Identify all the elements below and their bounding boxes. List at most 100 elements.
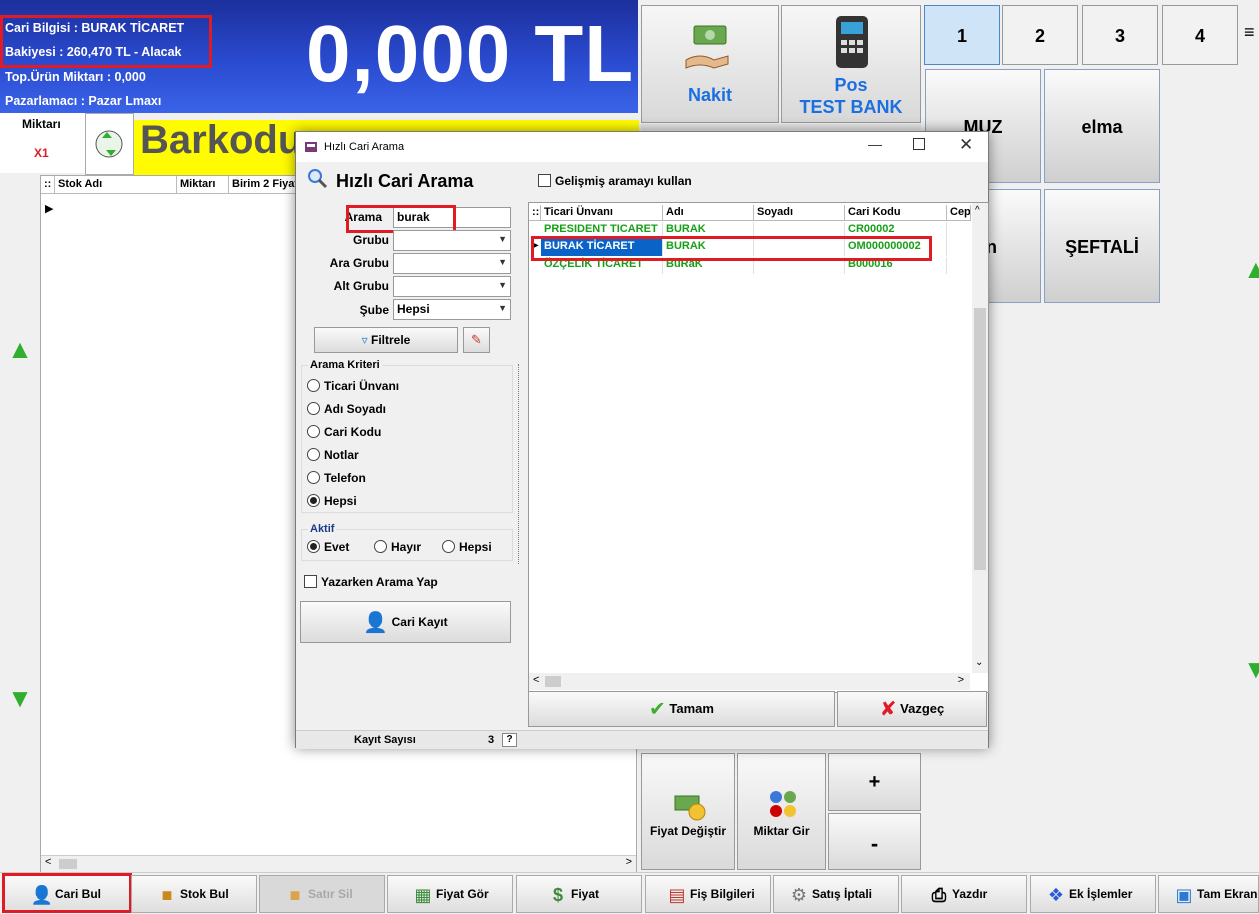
results-col-cari-kodu[interactable]: Cari Kodu [845,205,947,221]
sube-select[interactable]: Hepsi ▼ [393,299,511,320]
scroll-down-icon[interactable]: ⌄ [975,657,983,668]
box-search-icon: ■ [161,884,173,905]
right-scroll-up-arrow-icon[interactable]: ▲ [1243,258,1259,280]
cancel-x-icon: ✘ [879,698,897,721]
pos-payment-button[interactable]: Pos TEST BANK [781,5,921,123]
results-col-ticari-unvani[interactable]: Ticari Ünvanı [541,205,663,221]
satir-sil-button[interactable]: ■ Satır Sil [259,875,385,913]
criteria-label: Ticari Ünvanı [324,379,400,393]
pos-bank-name: TEST BANK [799,97,903,117]
aktif-label: Evet [324,540,350,554]
criteria-notlar[interactable]: Notlar [307,448,359,462]
delete-row-icon: ■ [289,884,301,905]
search-criteria-group: Arama Kriteri Ticari Ünvanı Adı Soyadı C… [301,359,513,513]
close-icon[interactable]: ✕ [959,135,973,155]
results-col-soyadi[interactable]: Soyadı [754,205,845,221]
fiyat-gor-button[interactable]: ▦ Fiyat Gör [387,875,513,913]
radio-dot[interactable] [307,448,320,461]
results-horizontal-scrollbar[interactable]: < > [529,673,970,690]
typing-search-box[interactable] [304,575,317,588]
results-col-adi[interactable]: Adı [663,205,754,221]
product-button-elma[interactable]: elma [1044,69,1160,183]
scroll-right-icon[interactable]: > [958,674,964,686]
filtrele-button[interactable]: ▿ Filtrele [314,327,458,353]
clear-filter-button[interactable]: ✎ [463,327,490,353]
pazarlamaci-line: Pazarlamacı : Pazar Lmaxı [5,94,162,108]
yazdir-button[interactable]: ⎙ Yazdır [901,875,1027,913]
grubu-select[interactable]: ▼ [393,230,511,251]
tab-4[interactable]: 4 [1162,5,1238,65]
scroll-up-arrow-icon[interactable]: ▲ [5,336,35,362]
cari-kayit-button[interactable]: 👤 Cari Kayıt [300,601,511,643]
aktif-hepsi[interactable]: Hepsi [442,540,492,554]
decrease-button[interactable]: - [828,813,921,870]
grid-col-miktari[interactable]: Miktarı [177,176,229,194]
tab-2[interactable]: 2 [1002,5,1078,65]
scroll-thumb[interactable] [545,676,561,687]
criteria-adi-soyadi[interactable]: Adı Soyadı [307,402,386,416]
alt-grubu-select[interactable]: ▼ [393,276,511,297]
miktar-gir-button[interactable]: Miktar Gir [737,753,826,870]
radio-dot[interactable] [307,425,320,438]
criteria-label: Cari Kodu [324,425,382,439]
nakit-payment-button[interactable]: Nakit [641,5,779,123]
grid-col-stok-adi[interactable]: Stok Adı [55,176,177,194]
tam-ekran-button[interactable]: ▣ Tam Ekran [1158,875,1259,913]
dialog-titlebar[interactable]: Hızlı Cari Arama — ✕ [296,132,988,162]
radio-dot[interactable] [374,540,387,553]
panel-splitter[interactable] [518,364,523,564]
results-col-cep[interactable]: Cep [947,205,971,221]
increase-button[interactable]: + [828,753,921,811]
customer-results-grid[interactable]: :: Ticari Ünvanı Adı Soyadı Cari Kodu Ce… [528,202,989,693]
help-button[interactable]: ? [502,733,517,747]
fiyat-button[interactable]: $ Fiyat [516,875,642,913]
criteria-telefon[interactable]: Telefon [307,471,366,485]
tab-1[interactable]: 1 [924,5,1000,65]
stok-bul-button[interactable]: ■ Stok Bul [131,875,257,913]
advanced-search-checkbox[interactable]: Gelişmiş aramayı kullan [538,174,692,188]
tab-3[interactable]: 3 [1082,5,1158,65]
scroll-left-icon[interactable]: < [533,674,539,686]
maximize-icon[interactable] [913,138,925,150]
radio-dot[interactable] [442,540,455,553]
scroll-up-icon[interactable]: ^ [975,205,980,216]
scroll-down-arrow-icon[interactable]: ▼ [5,685,35,711]
vazgec-button[interactable]: ✘ Vazgeç [837,691,987,727]
aktif-hayir[interactable]: Hayır [374,540,421,554]
ek-islemler-button[interactable]: ❖ Ek İşlemler [1030,875,1156,913]
radio-dot[interactable] [307,471,320,484]
satis-iptali-button[interactable]: ⚙ Satış İptali [773,875,899,913]
criteria-cari-kodu[interactable]: Cari Kodu [307,425,381,439]
scroll-thumb[interactable] [59,859,77,869]
record-count-value: 3 [488,734,495,746]
scroll-right-icon[interactable]: > [626,856,632,868]
criteria-ticari-unvani[interactable]: Ticari Ünvanı [307,379,399,393]
quantity-label: Miktarı [22,117,61,131]
minimize-icon[interactable]: — [868,136,882,152]
results-vertical-scrollbar[interactable]: ^ ⌄ [972,203,988,673]
scroll-thumb[interactable] [974,308,986,570]
ara-grubu-select[interactable]: ▼ [393,253,511,274]
fiyat-degistir-button[interactable]: Fiyat Değiştir [641,753,735,870]
tamam-button[interactable]: ✔ Tamam [528,691,835,727]
chevron-down-icon: ▼ [498,234,507,244]
scroll-left-icon[interactable]: < [45,856,51,868]
grid-col-birim-fiyat[interactable]: Birim 2 Fiyat [229,176,299,194]
aktif-evet[interactable]: Evet [307,540,349,554]
radio-dot-selected[interactable] [307,494,320,507]
typing-search-checkbox[interactable]: Yazarken Arama Yap [304,575,438,589]
chevron-down-icon: ▼ [498,303,507,313]
grid-horizontal-scrollbar[interactable]: < > [41,855,636,872]
radio-dot-selected[interactable] [307,540,320,553]
product-button-seftali[interactable]: ŞEFTALİ [1044,189,1160,303]
advanced-search-box[interactable] [538,174,551,187]
barcode-toggle-button[interactable] [85,113,134,175]
radio-dot[interactable] [307,402,320,415]
fis-bilgileri-button[interactable]: ▤ Fiş Bilgileri [645,875,771,913]
criteria-hepsi[interactable]: Hepsi [307,494,357,508]
menu-icon[interactable]: ≡ [1244,22,1259,43]
printer-icon: ⎙ [931,884,947,905]
radio-dot[interactable] [307,379,320,392]
right-scroll-down-arrow-icon[interactable]: ▼ [1243,658,1259,680]
aktif-group: Aktif Evet Hayır Hepsi [301,523,513,561]
